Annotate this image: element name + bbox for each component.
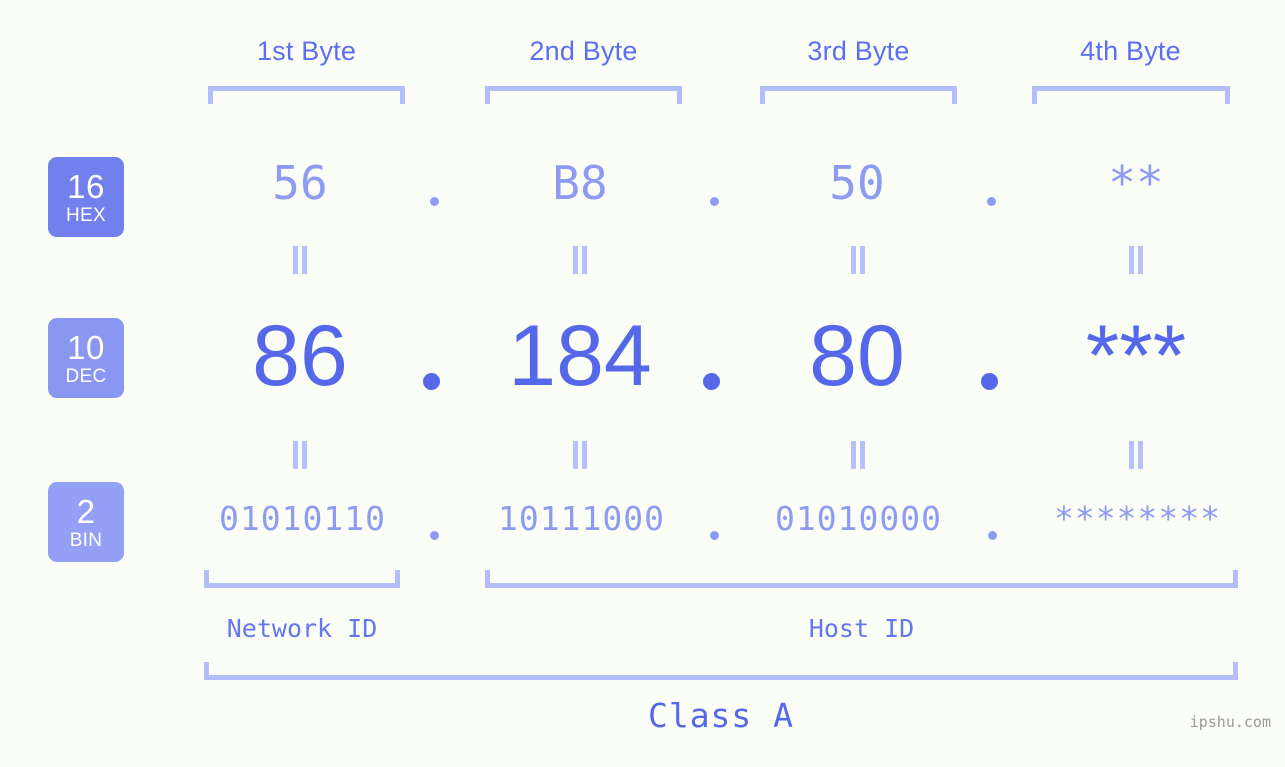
byte-bracket-3 bbox=[760, 86, 957, 104]
dec-value-2: 184 bbox=[508, 308, 652, 404]
equals-connector-hex-dec-4 bbox=[1129, 246, 1143, 274]
hex-value-4: ** bbox=[1108, 156, 1164, 210]
base-badge-dec-label: DEC bbox=[65, 365, 107, 387]
hex-value-1: 56 bbox=[272, 156, 328, 210]
equals-connector-dec-bin-2 bbox=[573, 441, 587, 469]
byte-bracket-4 bbox=[1032, 86, 1230, 104]
bin-value-4: ******** bbox=[1054, 499, 1221, 538]
dec-separator-dot-2 bbox=[703, 373, 720, 390]
byte-bracket-1 bbox=[208, 86, 405, 104]
base-badge-dec-number: 10 bbox=[67, 328, 105, 366]
bin-separator-dot-2 bbox=[710, 531, 719, 540]
dec-value-3: 80 bbox=[809, 308, 905, 404]
hex-value-3: 50 bbox=[829, 156, 885, 210]
equals-connector-hex-dec-3 bbox=[851, 246, 865, 274]
base-badge-hex-label: HEX bbox=[66, 204, 106, 226]
class-label: Class A bbox=[647, 696, 795, 735]
hex-separator-dot-1 bbox=[430, 197, 439, 206]
equals-connector-dec-bin-1 bbox=[293, 441, 307, 469]
bin-value-3: 01010000 bbox=[775, 499, 942, 538]
bin-value-2: 10111000 bbox=[498, 499, 665, 538]
host-id-label: Host ID bbox=[808, 614, 915, 643]
hex-separator-dot-3 bbox=[987, 197, 996, 206]
equals-connector-hex-dec-1 bbox=[293, 246, 307, 274]
class-bracket bbox=[204, 662, 1238, 680]
host-id-bracket bbox=[485, 570, 1238, 588]
network-id-bracket bbox=[204, 570, 400, 588]
dec-value-1: 86 bbox=[252, 308, 348, 404]
byte-header-4: 4th Byte bbox=[1080, 36, 1181, 66]
byte-header-2: 2nd Byte bbox=[529, 36, 638, 66]
base-badge-bin: 2 BIN bbox=[48, 482, 124, 562]
hex-value-2: B8 bbox=[552, 156, 608, 210]
byte-bracket-2 bbox=[485, 86, 682, 104]
bin-separator-dot-1 bbox=[430, 531, 439, 540]
base-badge-bin-number: 2 bbox=[76, 492, 96, 530]
base-badge-bin-label: BIN bbox=[69, 529, 103, 551]
equals-connector-dec-bin-4 bbox=[1129, 441, 1143, 469]
equals-connector-dec-bin-3 bbox=[851, 441, 865, 469]
base-badge-dec: 10 DEC bbox=[48, 318, 124, 398]
byte-header-3: 3rd Byte bbox=[807, 36, 910, 66]
bin-value-1: 01010110 bbox=[219, 499, 386, 538]
byte-header-1: 1st Byte bbox=[256, 36, 357, 66]
base-badge-hex-number: 16 bbox=[67, 167, 105, 205]
equals-connector-hex-dec-2 bbox=[573, 246, 587, 274]
dec-separator-dot-1 bbox=[423, 373, 440, 390]
hex-separator-dot-2 bbox=[710, 197, 719, 206]
network-id-label: Network ID bbox=[226, 614, 378, 643]
ip-address-breakdown-diagram: 1st Byte 2nd Byte 3rd Byte 4th Byte 16 H… bbox=[0, 0, 1285, 767]
base-badge-hex: 16 HEX bbox=[48, 157, 124, 237]
dec-separator-dot-3 bbox=[981, 373, 998, 390]
dec-value-4: *** bbox=[1085, 308, 1187, 404]
site-watermark: ipshu.com bbox=[1189, 713, 1271, 731]
bin-separator-dot-3 bbox=[988, 531, 997, 540]
